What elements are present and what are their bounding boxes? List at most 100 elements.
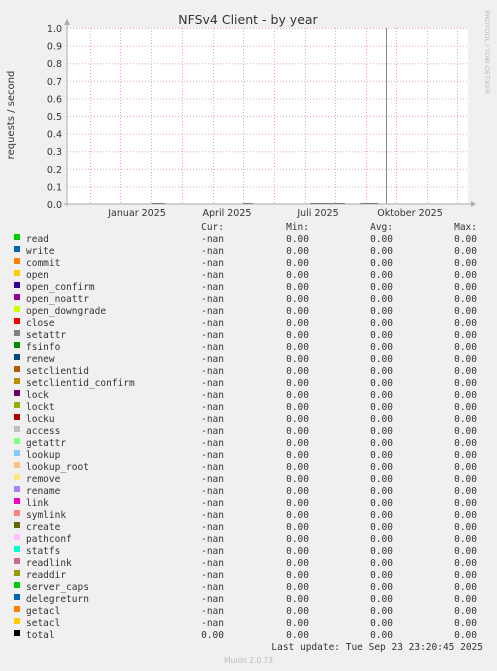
legend-row-fsinfo: fsinfo -nan 0.00 0.00 0.00 (0, 342, 497, 354)
legend-min-value: 0.00 (286, 270, 309, 281)
legend-label: remove (26, 474, 61, 485)
legend-row-rename: rename -nan 0.00 0.00 0.00 (0, 486, 497, 498)
legend-label: open_confirm (26, 282, 95, 293)
legend-max-value: 0.00 (454, 402, 477, 413)
legend-swatch (14, 414, 20, 420)
legend-swatch (14, 270, 20, 276)
legend-row-open-downgrade: open_downgrade -nan 0.00 0.00 0.00 (0, 306, 497, 318)
legend-avg-value: 0.00 (370, 486, 393, 497)
legend-cur-value: -nan (201, 282, 224, 293)
legend-swatch (14, 534, 20, 540)
legend-min-value: 0.00 (286, 630, 309, 641)
legend-row-getacl: getacl -nan 0.00 0.00 0.00 (0, 606, 497, 618)
legend-row-close: close -nan 0.00 0.00 0.00 (0, 318, 497, 330)
legend-cur-value: -nan (201, 378, 224, 389)
legend-cur-value: -nan (201, 366, 224, 377)
legend-avg-value: 0.00 (370, 402, 393, 413)
legend-avg-value: 0.00 (370, 462, 393, 473)
munin-version: Munin 2.0.73 (223, 656, 274, 665)
legend-label: delegreturn (26, 594, 89, 605)
y-axis-arrow-icon (64, 19, 70, 25)
legend-swatch (14, 330, 20, 336)
chart: NFSv4 Client - by year requests / second… (6, 10, 491, 219)
legend-min-value: 0.00 (286, 258, 309, 269)
x-tick-label: Oktober 2025 (377, 208, 443, 219)
legend-cur-value: -nan (201, 306, 224, 317)
legend-max-value: 0.00 (454, 450, 477, 461)
legend-label: setclientid_confirm (26, 378, 135, 389)
legend-max-value: 0.00 (454, 282, 477, 293)
y-tick-label: 0.8 (47, 59, 62, 70)
x-tick-label: Januar 2025 (107, 208, 166, 219)
chart-title: NFSv4 Client - by year (178, 12, 318, 27)
legend-swatch (14, 318, 20, 324)
y-axis-label: requests / second (6, 71, 17, 160)
legend-cur-value: -nan (201, 354, 224, 365)
legend-swatch (14, 546, 20, 552)
legend-min-value: 0.00 (286, 318, 309, 329)
legend-avg-value: 0.00 (370, 522, 393, 533)
legend-min-value: 0.00 (286, 438, 309, 449)
legend-row-readdir: readdir -nan 0.00 0.00 0.00 (0, 570, 497, 582)
legend-row-open: open -nan 0.00 0.00 0.00 (0, 270, 497, 282)
legend-swatch (14, 510, 20, 516)
legend-cur-value: -nan (201, 390, 224, 401)
legend-row-statfs: statfs -nan 0.00 0.00 0.00 (0, 546, 497, 558)
legend-min-value: 0.00 (286, 294, 309, 305)
legend-min-value: 0.00 (286, 486, 309, 497)
legend-avg-value: 0.00 (370, 474, 393, 485)
legend-min-value: 0.00 (286, 594, 309, 605)
legend-cur-value: -nan (201, 618, 224, 629)
legend-min-value: 0.00 (286, 234, 309, 245)
legend-max-value: 0.00 (454, 618, 477, 629)
legend-avg-value: 0.00 (370, 606, 393, 617)
legend-min-value: 0.00 (286, 474, 309, 485)
legend-max-value: 0.00 (454, 342, 477, 353)
legend-row-commit: commit -nan 0.00 0.00 0.00 (0, 258, 497, 270)
legend-label: symlink (26, 510, 67, 521)
legend-max-value: 0.00 (454, 414, 477, 425)
legend-max-value: 0.00 (454, 258, 477, 269)
legend-min-value: 0.00 (286, 570, 309, 581)
legend-max-value: 0.00 (454, 294, 477, 305)
legend-label: open_downgrade (26, 306, 107, 317)
legend-avg-value: 0.00 (370, 438, 393, 449)
legend-max-value: 0.00 (454, 498, 477, 509)
legend-row-remove: remove -nan 0.00 0.00 0.00 (0, 474, 497, 486)
legend-avg-value: 0.00 (370, 234, 393, 245)
legend-min-value: 0.00 (286, 558, 309, 569)
legend-label: readlink (26, 558, 72, 569)
legend-cur-value: -nan (201, 438, 224, 449)
legend-min-value: 0.00 (286, 498, 309, 509)
legend-cur-value: -nan (201, 606, 224, 617)
legend-label: open (26, 270, 49, 281)
legend-label: open_noattr (26, 294, 89, 305)
legend-label: lookup_root (26, 462, 89, 473)
legend-row-total: total 0.00 0.00 0.00 0.00 (0, 630, 497, 642)
legend-max-value: 0.00 (454, 534, 477, 545)
legend-cur-value: -nan (201, 234, 224, 245)
legend-row-lookup: lookup -nan 0.00 0.00 0.00 (0, 450, 497, 462)
legend-max-value: 0.00 (454, 306, 477, 317)
legend-swatch (14, 258, 20, 264)
legend-label: lockt (26, 402, 55, 413)
legend-label: create (26, 522, 61, 533)
legend-label: pathconf (26, 534, 72, 545)
legend-swatch (14, 390, 20, 396)
legend-max-value: 0.00 (454, 522, 477, 533)
legend-min-value: 0.00 (286, 450, 309, 461)
legend-avg-value: 0.00 (370, 258, 393, 269)
legend-avg-value: 0.00 (370, 246, 393, 257)
rrdtool-side-label: RRDTOOL / TOBI OETIKER (483, 10, 491, 94)
legend-row-setacl: setacl -nan 0.00 0.00 0.00 (0, 618, 497, 630)
legend-max-value: 0.00 (454, 486, 477, 497)
legend-avg-value: 0.00 (370, 354, 393, 365)
legend-row-read: read -nan 0.00 0.00 0.00 (0, 234, 497, 246)
y-tick-label: 1.0 (47, 24, 62, 35)
legend-avg-value: 0.00 (370, 282, 393, 293)
legend-avg-value: 0.00 (370, 366, 393, 377)
legend-cur-value: -nan (201, 510, 224, 521)
legend-max-value: 0.00 (454, 546, 477, 557)
legend-swatch (14, 558, 20, 564)
legend-label: getattr (26, 438, 67, 449)
